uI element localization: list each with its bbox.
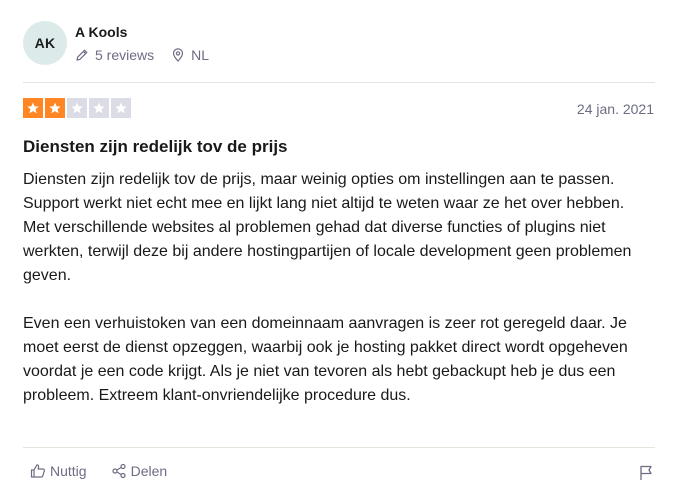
review-paragraph: Diensten zijn redelijk tov de prijs, maa… <box>23 171 625 212</box>
useful-button[interactable]: Nuttig <box>30 463 87 479</box>
share-button[interactable]: Delen <box>111 463 168 479</box>
star-icon <box>67 98 87 118</box>
review-paragraph: Even een verhuistoken van een domeinnaam… <box>23 315 628 404</box>
divider <box>23 82 655 83</box>
avatar[interactable]: AK <box>23 21 67 65</box>
useful-label: Nuttig <box>50 463 87 479</box>
location-pin-icon <box>173 48 184 62</box>
reviewer-meta: 5 reviews NL <box>75 47 209 63</box>
reviews-count-label: 5 reviews <box>95 47 155 63</box>
share-icon <box>111 463 126 479</box>
star-icon <box>45 98 65 118</box>
reviewer-country: NL <box>171 47 209 63</box>
review-paragraph: Met verschillende websites al problemen … <box>23 219 632 284</box>
reviews-count: 5 reviews <box>75 47 154 63</box>
star-icon <box>111 98 131 118</box>
report-button[interactable] <box>639 465 653 486</box>
star-icon <box>89 98 109 118</box>
star-rating <box>23 98 133 118</box>
star-icon <box>23 98 43 118</box>
review-body: Diensten zijn redelijk tov de prijs, maa… <box>23 168 663 408</box>
country-label: NL <box>191 47 210 63</box>
share-label: Delen <box>130 463 168 479</box>
review-actions: Nuttig Delen <box>30 463 167 479</box>
divider <box>23 447 655 448</box>
pencil-icon <box>76 49 88 61</box>
review-date: 24 jan. 2021 <box>576 101 654 117</box>
flag-icon <box>640 465 652 480</box>
reviewer-name[interactable]: A Kools <box>75 24 127 40</box>
thumbs-up-icon <box>30 464 45 478</box>
review-title[interactable]: Diensten zijn redelijk tov de prijs <box>23 137 288 157</box>
reviewer-header: AK A Kools 5 reviews NL <box>23 21 655 67</box>
